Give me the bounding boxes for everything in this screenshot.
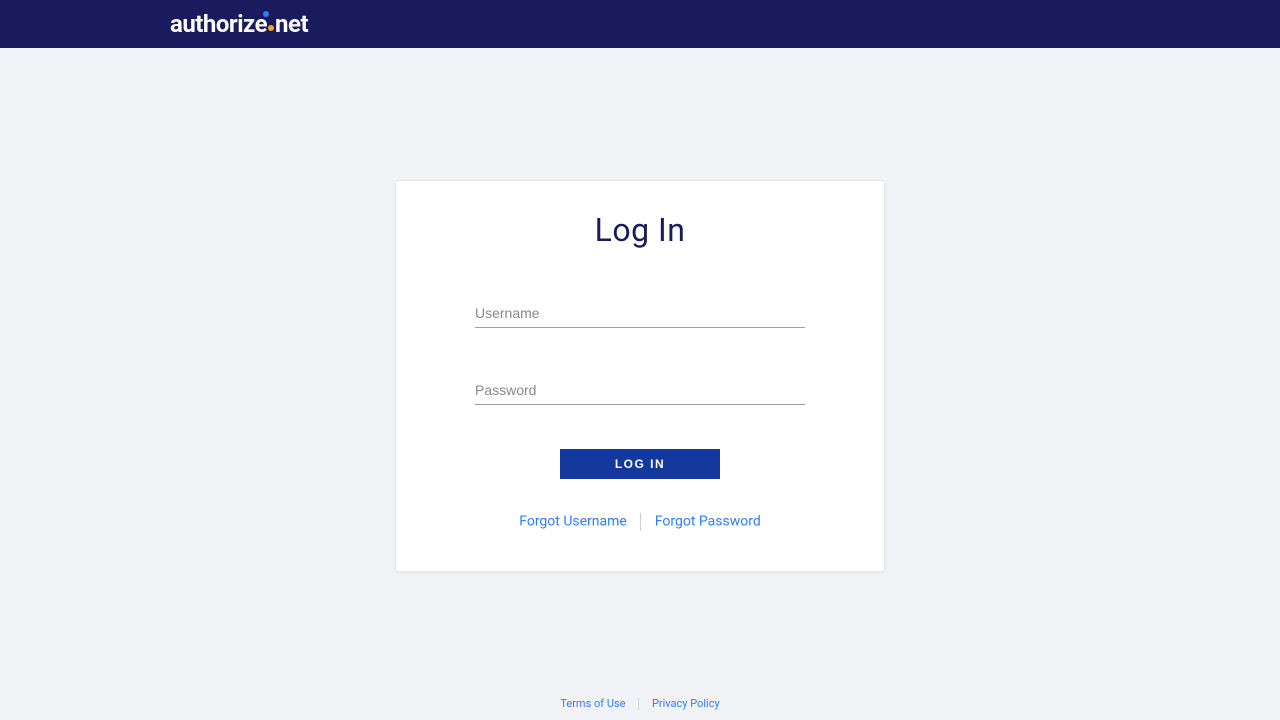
logo-dot-icon [268, 25, 274, 31]
forgot-links-row: Forgot Username Forgot Password [436, 513, 844, 531]
forgot-username-link[interactable]: Forgot Username [519, 514, 627, 530]
privacy-link[interactable]: Privacy Policy [652, 697, 720, 710]
main-area: Log In LOG IN Forgot Username Forgot Pas… [0, 48, 1280, 720]
password-input[interactable] [475, 376, 805, 405]
brand-text-authorize: authorize [170, 10, 267, 38]
username-input[interactable] [475, 299, 805, 328]
footer-separator [638, 698, 639, 710]
username-field-wrap [475, 299, 805, 328]
logo-accent-dot-icon [263, 11, 269, 17]
forgot-password-link[interactable]: Forgot Password [655, 514, 761, 530]
page-title: Log In [436, 211, 844, 249]
brand-logo: authorize net [170, 10, 308, 38]
terms-link[interactable]: Terms of Use [560, 697, 625, 710]
password-field-wrap [475, 376, 805, 405]
login-button[interactable]: LOG IN [560, 449, 720, 479]
page-footer: Terms of Use Privacy Policy [0, 697, 1280, 710]
link-separator [640, 513, 641, 531]
app-header: authorize net [0, 0, 1280, 48]
login-card: Log In LOG IN Forgot Username Forgot Pas… [395, 180, 885, 572]
brand-text-net: net [275, 10, 308, 38]
